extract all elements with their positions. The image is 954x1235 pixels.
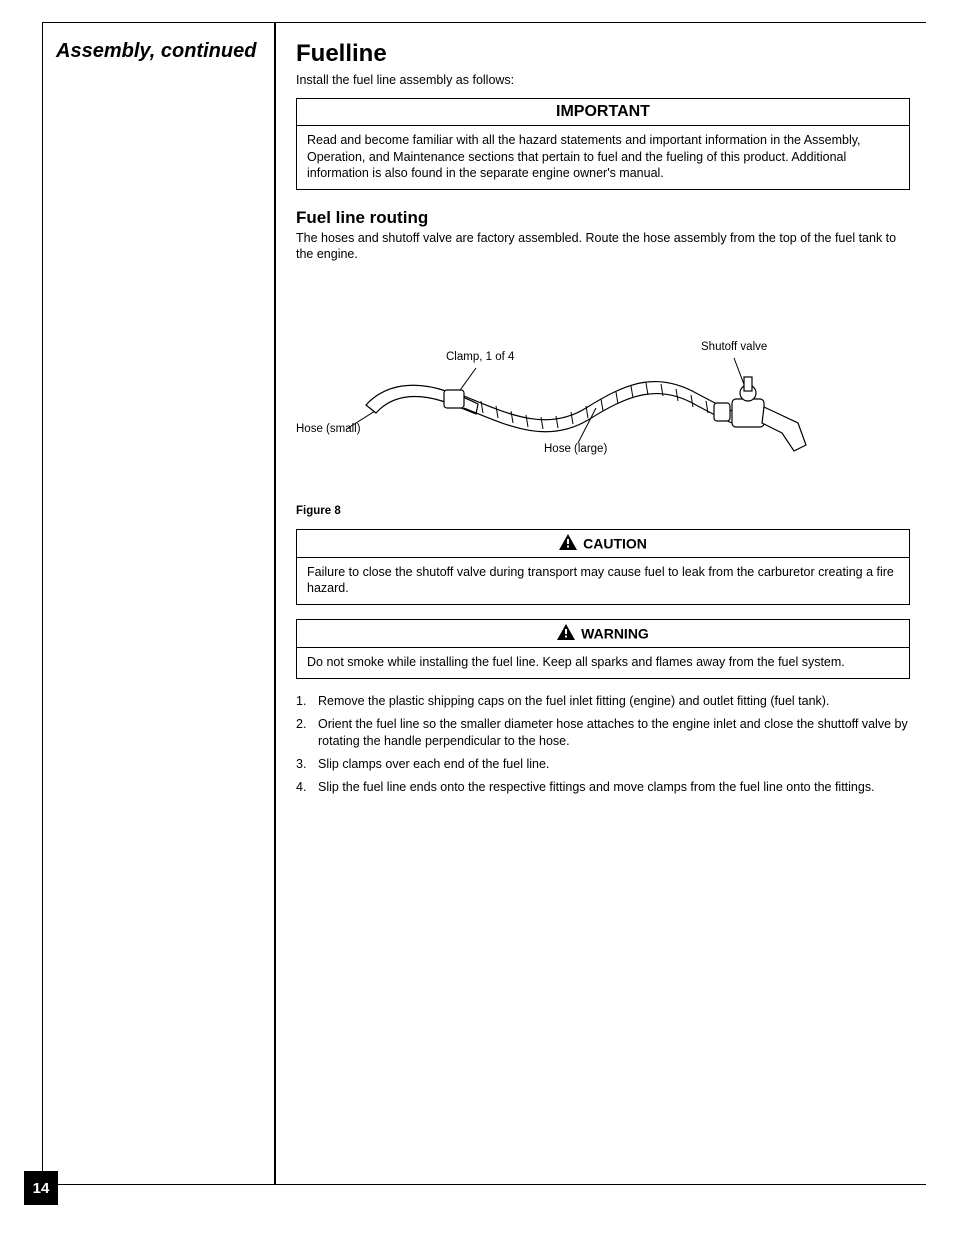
subsection-heading: Fuel line routing (296, 208, 910, 228)
step-text: Orient the fuel line so the smaller diam… (318, 716, 910, 750)
step-item: 4.Slip the fuel line ends onto the respe… (296, 779, 910, 796)
warning-body: Do not smoke while installing the fuel l… (297, 648, 909, 678)
left-title: Assembly, continued (56, 40, 262, 63)
step-text: Remove the plastic shipping caps on the … (318, 693, 910, 710)
step-text: Slip clamps over each end of the fuel li… (318, 756, 910, 773)
step-item: 1.Remove the plastic shipping caps on th… (296, 693, 910, 710)
warning-triangle-icon (559, 534, 577, 553)
callout-hose-large: Hose (large) (544, 443, 607, 457)
page-number: 14 (24, 1171, 58, 1205)
steps-list: 1.Remove the plastic shipping caps on th… (296, 693, 910, 795)
callout-hose-small: Hose (small) (296, 423, 361, 437)
caution-header: CAUTION (297, 530, 909, 558)
warning-header-text: WARNING (581, 626, 649, 642)
intro-text: Install the fuel line assembly as follow… (296, 72, 910, 88)
important-box: IMPORTANT Read and become familiar with … (296, 98, 910, 190)
step-number: 3. (296, 756, 318, 773)
hose-illustration (296, 273, 906, 503)
callout-clamp: Clamp, 1 of 4 (446, 351, 514, 365)
step-item: 2.Orient the fuel line so the smaller di… (296, 716, 910, 750)
figure-caption: Figure 8 (296, 505, 910, 517)
column-divider (274, 22, 276, 1185)
callout-shutoff-valve: Shutoff valve (701, 341, 767, 355)
important-body: Read and become familiar with all the ha… (297, 126, 909, 189)
section-heading: Fuelline (296, 40, 910, 68)
step-item: 3.Slip clamps over each end of the fuel … (296, 756, 910, 773)
warning-triangle-icon (557, 624, 575, 643)
figure-hose: Hose (small) Clamp, 1 of 4 Hose (large) … (296, 273, 910, 503)
step-number: 4. (296, 779, 318, 796)
caution-header-text: CAUTION (583, 535, 647, 551)
step-text: Slip the fuel line ends onto the respect… (318, 779, 910, 796)
warning-header: WARNING (297, 620, 909, 648)
footer-rule (58, 1184, 926, 1186)
caution-box: CAUTION Failure to close the shutoff val… (296, 529, 910, 606)
caution-body: Failure to close the shutoff valve durin… (297, 558, 909, 605)
step-number: 1. (296, 693, 318, 710)
subsection-intro: The hoses and shutoff valve are factory … (296, 230, 910, 263)
warning-box: WARNING Do not smoke while installing th… (296, 619, 910, 679)
important-header: IMPORTANT (297, 99, 909, 126)
left-column: Assembly, continued (56, 40, 262, 73)
main-column: Fuelline Install the fuel line assembly … (296, 40, 910, 802)
step-number: 2. (296, 716, 318, 750)
